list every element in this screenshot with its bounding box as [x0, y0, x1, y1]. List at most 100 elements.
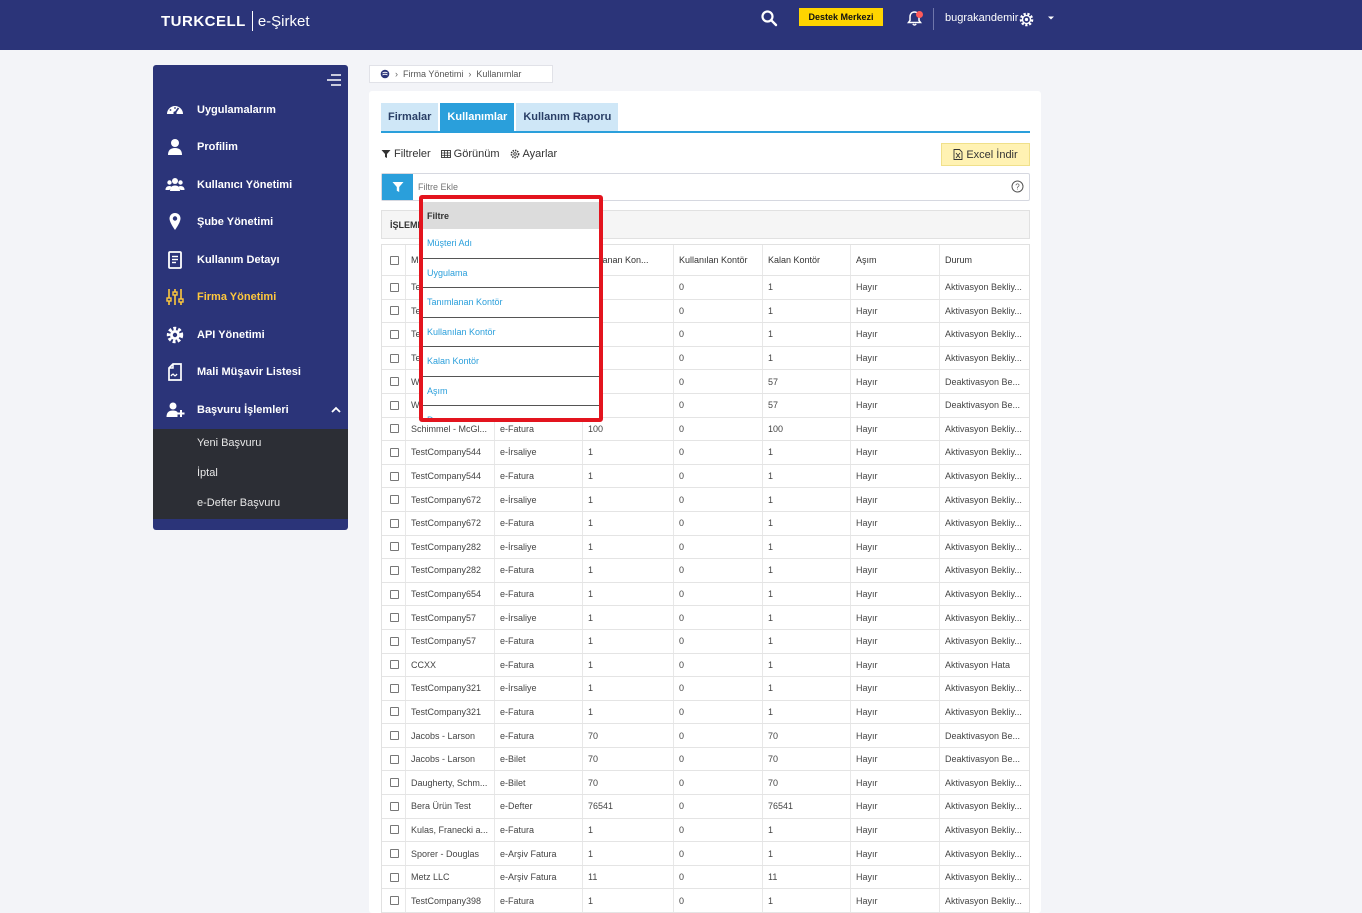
table-row[interactable]: TestCompany654 e-Fatura 1 0 1 Hayır Aktivasyon…	[382, 582, 1029, 607]
column-header[interactable]: Kalan Kontör	[762, 245, 850, 275]
row-checkbox[interactable]	[389, 872, 399, 882]
row-select-cell	[382, 866, 406, 889]
table-row[interactable]: Jacobs - Larson e-Bilet 70 0 70 Hayır Deaktiva…	[382, 747, 1029, 772]
row-checkbox[interactable]	[389, 707, 399, 717]
row-checkbox[interactable]	[389, 377, 399, 387]
row-checkbox[interactable]	[389, 400, 399, 410]
support-center-button[interactable]: Destek Merkezi	[799, 8, 883, 26]
submenu-item-cancel[interactable]: İptal	[197, 467, 218, 479]
row-checkbox[interactable]	[389, 849, 399, 859]
table-row[interactable]: CCXX e-Fatura 1 0 1 Hayır Aktivasyon Hata	[382, 653, 1029, 678]
row-checkbox[interactable]	[389, 495, 399, 505]
sidebar-item-profile[interactable]: Profilim	[153, 129, 348, 165]
breadcrumb-item-company-management[interactable]: Firma Yönetimi	[403, 69, 463, 79]
table-row[interactable]: Jacobs - Larson e-Fatura 70 0 70 Hayır Deaktiv…	[382, 724, 1029, 748]
row-checkbox[interactable]	[389, 518, 399, 528]
row-checkbox[interactable]	[389, 424, 399, 434]
tab-usages[interactable]: Kullanımlar	[440, 103, 517, 131]
select-all-checkbox[interactable]	[389, 255, 399, 265]
home-logo-icon[interactable]	[380, 69, 390, 79]
row-checkbox[interactable]	[389, 329, 399, 339]
sidebar-item-branch-management[interactable]: Şube Yönetimi	[153, 204, 348, 240]
row-checkbox[interactable]	[389, 896, 399, 906]
row-checkbox[interactable]	[389, 801, 399, 811]
row-checkbox[interactable]	[389, 731, 399, 741]
table-row[interactable]: TestCompany57 e-Fatura 1 0 1 Hayır Aktivasyon …	[382, 629, 1029, 654]
row-checkbox[interactable]	[389, 282, 399, 292]
gear-icon[interactable]	[1018, 11, 1035, 28]
logo-divider	[251, 11, 253, 31]
submenu-item-edefter-application[interactable]: e-Defter Başvuru	[197, 497, 280, 509]
filter-option-status[interactable]: Durum	[423, 406, 599, 418]
column-header[interactable]: Durum	[939, 245, 1030, 275]
row-checkbox[interactable]	[389, 542, 399, 552]
table-row[interactable]: Kulas, Franecki a... e-Fatura 1 0 1 Hayır Akti…	[382, 818, 1029, 843]
cell-text: Aktivasyon Hata	[945, 659, 1011, 670]
table-row[interactable]: TestCompany672 e-İrsaliye 1 0 1 Hayır Aktivasy…	[382, 488, 1029, 512]
table-cell: Aktivasyon Bekliy...	[939, 700, 1030, 724]
row-checkbox[interactable]	[389, 565, 399, 575]
table-row[interactable]: TestCompany672 e-Fatura 1 0 1 Hayır Aktivasyon…	[382, 511, 1029, 536]
table-row[interactable]: TestCompany398 e-Fatura 1 0 1 Hayır Aktivasyon…	[382, 889, 1029, 913]
sidebar-item-user-management[interactable]: Kullanıcı Yönetimi	[153, 167, 348, 203]
table-row[interactable]: TestCompany282 e-İrsaliye 1 0 1 Hayır Aktivasy…	[382, 535, 1029, 560]
table-row[interactable]: TestCompany544 e-Fatura 1 0 1 Hayır Aktivasyon…	[382, 464, 1029, 489]
filter-option-customer-name[interactable]: Müşteri Adı	[423, 229, 599, 259]
table-cell: 1	[582, 488, 673, 511]
sidebar-item-company-management[interactable]: Firma Yönetimi	[153, 279, 348, 315]
tab-companies[interactable]: Firmalar	[381, 103, 441, 131]
row-checkbox[interactable]	[389, 778, 399, 788]
row-checkbox[interactable]	[389, 613, 399, 623]
row-checkbox[interactable]	[389, 754, 399, 764]
help-icon[interactable]: ?	[1011, 180, 1024, 193]
chevron-up-icon[interactable]	[330, 404, 342, 416]
row-checkbox[interactable]	[389, 660, 399, 670]
row-checkbox[interactable]	[389, 471, 399, 481]
row-checkbox[interactable]	[389, 683, 399, 693]
row-checkbox[interactable]	[389, 589, 399, 599]
sidebar-item-usage-detail[interactable]: Kullanım Detayı	[153, 242, 348, 278]
dropdown-scrollbar[interactable]	[599, 202, 601, 422]
table-row[interactable]: TestCompany282 e-Fatura 1 0 1 Hayır Aktivasyon…	[382, 559, 1029, 583]
search-icon[interactable]	[760, 9, 778, 27]
sidebar-item-applications-processes[interactable]: Başvuru İşlemleri	[153, 392, 348, 428]
view-button[interactable]: Görünüm	[440, 148, 500, 160]
filter-input[interactable]	[418, 179, 978, 195]
table-row[interactable]: TestCompany57 e-İrsaliye 1 0 1 Hayır Aktivasyo…	[382, 606, 1029, 630]
column-header[interactable]: Kullanılan Kontör	[673, 245, 762, 275]
cell-text: 0	[679, 589, 685, 600]
excel-download-button[interactable]: Excel İndir	[941, 143, 1030, 166]
filters-button[interactable]: Filtreler	[381, 148, 431, 160]
submenu-item-new-application[interactable]: Yeni Başvuru	[197, 437, 261, 449]
table-row[interactable]: Daugherty, Schm... e-Bilet 70 0 70 Hayır Aktiv…	[382, 771, 1029, 796]
row-checkbox[interactable]	[389, 447, 399, 457]
table-row[interactable]: TestCompany321 e-İrsaliye 1 0 1 Hayır Aktivasy…	[382, 677, 1029, 701]
table-row[interactable]: Bera Ürün Test e-Defter 76541 0 76541 Hayır Ak…	[382, 795, 1029, 819]
row-checkbox[interactable]	[389, 636, 399, 646]
sidebar-item-applications[interactable]: Uygulamalarım	[153, 92, 348, 128]
caret-down-icon[interactable]	[1046, 13, 1056, 23]
table-cell: 1	[762, 535, 850, 559]
sidebar-item-api-management[interactable]: API Yönetimi	[153, 317, 348, 353]
filter-option-application[interactable]: Uygulama	[423, 258, 599, 288]
row-checkbox[interactable]	[389, 353, 399, 363]
filter-option-used-credit[interactable]: Kullanılan Kontör	[423, 317, 599, 347]
table-row[interactable]: TestCompany544 e-İrsaliye 1 0 1 Hayır Aktivasy…	[382, 441, 1029, 465]
settings-button[interactable]: Ayarlar	[510, 148, 557, 160]
tab-usage-report[interactable]: Kullanım Raporu	[516, 103, 621, 131]
sidebar-item-accountant-list[interactable]: Mali Müşavir Listesi	[153, 354, 348, 390]
table-row[interactable]: TestCompany321 e-Fatura 1 0 1 Hayır Aktivasyon…	[382, 700, 1030, 725]
row-checkbox[interactable]	[389, 306, 399, 316]
menu-toggle-icon[interactable]	[326, 73, 342, 87]
table-row[interactable]: Sporer - Douglas e-Arşiv Fatura 1 0 1 Hayır Ak…	[382, 842, 1029, 866]
filter-option-overage[interactable]: Aşım	[423, 376, 599, 406]
cell-text: Hayır	[856, 683, 878, 694]
table-row[interactable]: Metz LLC e-Arşiv Fatura 11 0 11 Hayır Aktivasy…	[382, 865, 1029, 890]
logo[interactable]: TURKCELL e-Şirket	[161, 11, 310, 31]
column-header[interactable]: Aşım	[850, 245, 939, 275]
row-checkbox[interactable]	[389, 825, 399, 835]
filter-option-defined-credit[interactable]: Tanımlanan Kontör	[423, 288, 599, 318]
filter-toggle-button[interactable]	[382, 174, 413, 200]
username[interactable]: bugrakandemir	[945, 12, 1018, 24]
filter-option-remaining-credit[interactable]: Kalan Kontör	[423, 347, 599, 377]
